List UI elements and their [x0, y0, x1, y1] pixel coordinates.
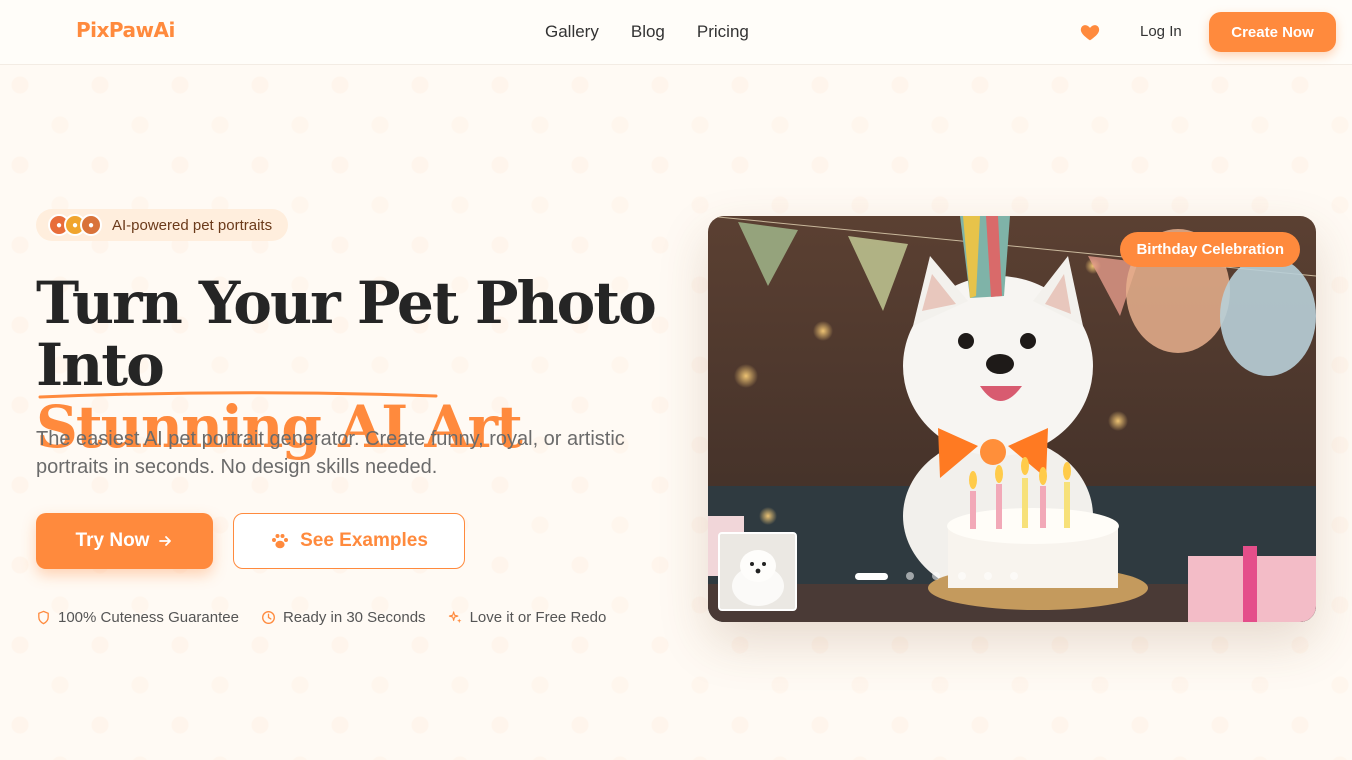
carousel-dot-3[interactable]: [932, 572, 940, 580]
top-nav: PixPawAi Gallery Blog Pricing Log In Cre…: [0, 0, 1352, 65]
feature-item: Ready in 30 Seconds: [261, 609, 426, 626]
heart-icon[interactable]: [1079, 21, 1101, 43]
pet-avatar: ●: [80, 214, 102, 236]
carousel-dot-5[interactable]: [984, 572, 992, 580]
nav-link-blog[interactable]: Blog: [631, 22, 665, 42]
style-tag: Birthday Celebration: [1120, 232, 1300, 267]
carousel-dot-4[interactable]: [958, 572, 966, 580]
login-link[interactable]: Log In: [1140, 23, 1182, 40]
shield-icon: [38, 610, 49, 625]
dog-birthday-image: [708, 216, 1316, 622]
sparkle-icon: [448, 611, 462, 624]
arrow-right-icon: [159, 536, 172, 546]
paw-icon: [272, 534, 289, 549]
nav-link-pricing[interactable]: Pricing: [697, 22, 749, 42]
carousel-dot-6[interactable]: [1010, 572, 1018, 580]
original-photo-thumbnail: [718, 532, 797, 611]
headline-line1: Turn Your Pet Photo Into: [36, 269, 657, 399]
ai-badge: ● ● ● AI-powered pet portraits: [36, 209, 288, 241]
badge-text: AI-powered pet portraits: [112, 216, 273, 234]
see-examples-label: See Examples: [300, 530, 428, 551]
logo[interactable]: PixPawAi: [76, 18, 175, 42]
try-now-button[interactable]: Try Now: [36, 513, 213, 569]
clock-icon: [261, 611, 275, 624]
feature-text: Love it or Free Redo: [469, 609, 607, 626]
carousel-dots: [855, 572, 1018, 580]
feature-text: 100% Cuteness Guarantee: [58, 609, 239, 626]
feature-item: 100% Cuteness Guarantee: [36, 609, 239, 626]
feature-item: Love it or Free Redo: [448, 609, 607, 626]
showcase-carousel[interactable]: Birthday Celebration: [708, 216, 1316, 622]
try-now-label: Try Now: [75, 530, 150, 551]
create-now-button[interactable]: Create Now: [1209, 12, 1336, 52]
nav-link-gallery[interactable]: Gallery: [545, 22, 599, 42]
see-examples-button[interactable]: See Examples: [233, 513, 465, 569]
nav-links: Gallery Blog Pricing: [545, 22, 749, 42]
hero-subtitle: The easiest AI pet portrait generator. C…: [36, 428, 625, 478]
carousel-dot-1[interactable]: [855, 572, 888, 580]
puppy-photo: [720, 534, 795, 609]
feature-text: Ready in 30 Seconds: [282, 609, 426, 626]
badge-avatars: ● ● ●: [48, 214, 102, 236]
feature-list: 100% Cuteness Guarantee Ready in 30 Seco…: [36, 609, 606, 626]
carousel-dot-2[interactable]: [906, 572, 914, 580]
underline-decoration: [38, 391, 438, 399]
